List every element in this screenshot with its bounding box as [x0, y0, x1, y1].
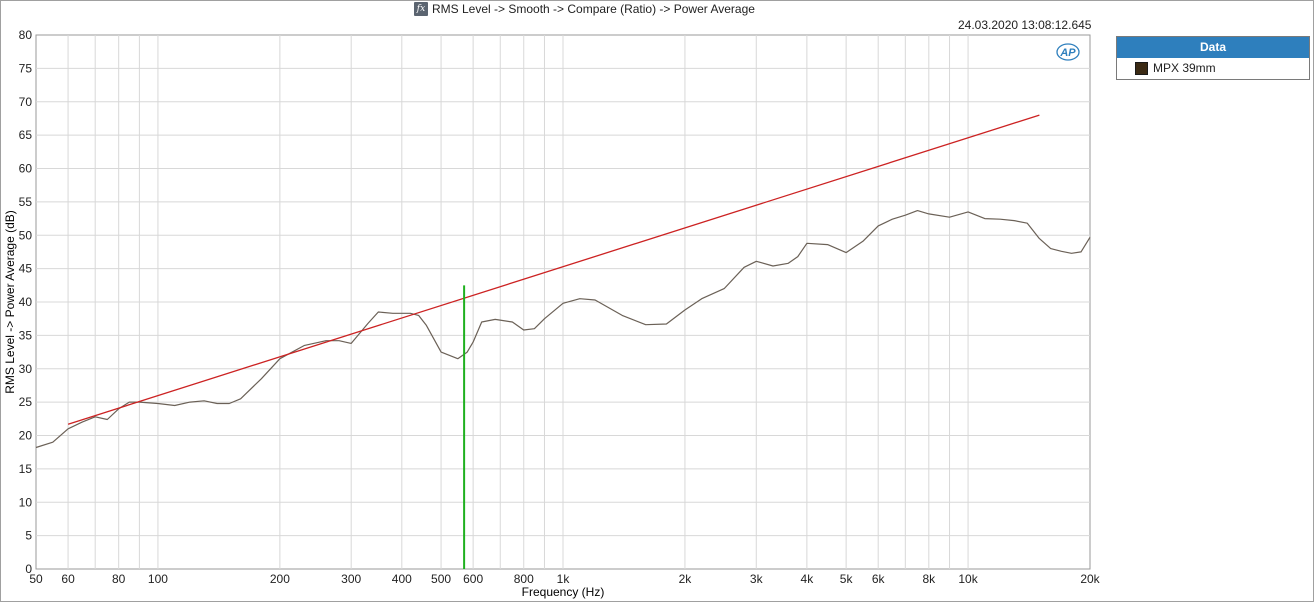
- legend-swatch: [1135, 61, 1148, 75]
- y-tick-label: 70: [19, 95, 33, 109]
- x-tick-label: 80: [112, 572, 126, 586]
- x-tick-label: 800: [514, 572, 534, 586]
- x-axis-label: Frequency (Hz): [522, 585, 605, 599]
- x-tick-label: 50: [29, 572, 43, 586]
- x-tick-label: 20k: [1080, 572, 1100, 586]
- x-tick-label: 60: [61, 572, 75, 586]
- x-tick-label: 6k: [872, 572, 886, 586]
- ap-logo: AP: [1056, 43, 1080, 61]
- x-tick-label: 3k: [750, 572, 764, 586]
- x-tick-label: 4k: [801, 572, 815, 586]
- grid-lines: [35, 34, 1091, 570]
- y-tick-label: 55: [19, 195, 33, 209]
- y-tick-label: 35: [19, 328, 33, 342]
- legend-item-label: MPX 39mm: [1153, 61, 1216, 75]
- x-tick-label: 600: [463, 572, 483, 586]
- y-tick-label: 45: [19, 262, 33, 276]
- x-tick-label: 5k: [840, 572, 854, 586]
- x-tick-label: 2k: [679, 572, 693, 586]
- y-tick-label: 20: [19, 429, 33, 443]
- y-tick-label: 75: [19, 61, 33, 75]
- svg-text:AP: AP: [1059, 47, 1076, 59]
- y-axis-label: RMS Level -> Power Average (dB): [3, 210, 17, 394]
- y-tick-label: 5: [25, 529, 32, 543]
- y-tick-label: 40: [19, 295, 33, 309]
- legend-header: Data: [1117, 37, 1309, 58]
- legend-panel: Data MPX 39mm: [1116, 36, 1310, 80]
- y-tick-label: 25: [19, 395, 33, 409]
- x-tick-label: 1k: [557, 572, 571, 586]
- y-tick-label: 10: [19, 495, 33, 509]
- x-tick-label: 400: [392, 572, 412, 586]
- y-tick-label: 15: [19, 462, 33, 476]
- y-tick-label: 60: [19, 162, 33, 176]
- legend-item[interactable]: MPX 39mm: [1117, 58, 1309, 78]
- y-tick-label: 50: [19, 228, 33, 242]
- x-tick-label: 100: [148, 572, 168, 586]
- x-tick-label: 500: [431, 572, 451, 586]
- y-tick-label: 65: [19, 128, 33, 142]
- x-tick-label: 200: [270, 572, 290, 586]
- x-tick-label: 8k: [922, 572, 936, 586]
- x-tick-label: 10k: [958, 572, 978, 586]
- chart-area: 0510152025303540455055606570758050 60 80 10…: [3, 28, 1101, 599]
- x-tick-label: 300: [341, 572, 361, 586]
- y-tick-label: 80: [19, 28, 33, 42]
- y-tick-label: 30: [19, 362, 33, 376]
